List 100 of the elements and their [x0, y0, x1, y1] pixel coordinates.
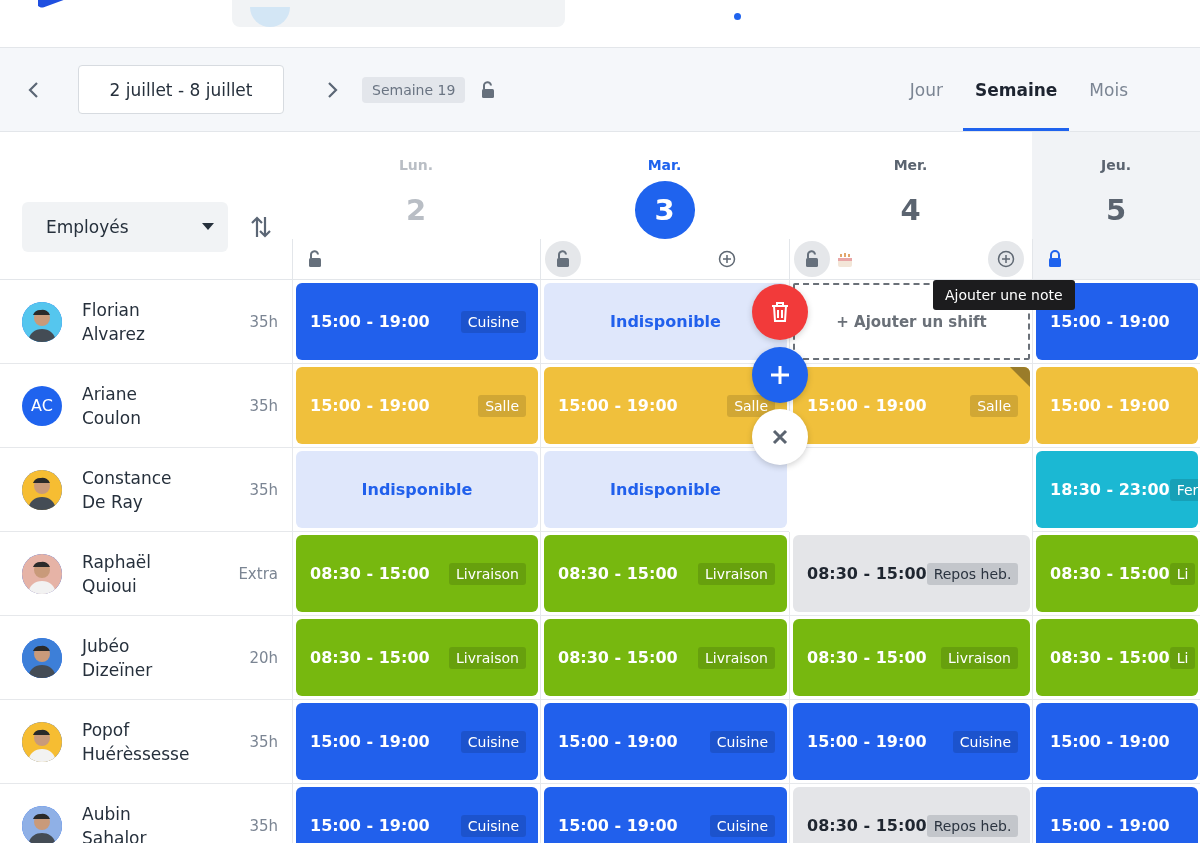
shift-time: 08:30 - 15:00	[807, 564, 927, 583]
shift-tag: Fer	[1169, 478, 1198, 501]
unlock-icon[interactable]	[481, 81, 496, 98]
unlock-icon[interactable]	[556, 250, 570, 268]
unavailable-label: Indisponible	[544, 451, 787, 528]
shift-time: 18:30 - 23:00	[1050, 480, 1170, 499]
shift-card[interactable]: 15:00 - 19:00 Cuisine	[544, 703, 787, 780]
employee-hours: 35h	[249, 312, 278, 331]
shift-card[interactable]: 08:30 - 15:00 Livraison	[296, 535, 538, 612]
shift-time: 15:00 - 19:00	[1050, 816, 1170, 835]
trash-icon	[770, 301, 790, 323]
shift-tag: Cuisine	[460, 310, 526, 333]
shift-card[interactable]: 08:30 - 15:00 Livraison	[544, 619, 787, 696]
lock-button[interactable]	[794, 240, 830, 277]
shift-card[interactable]: 15:00 - 19:00 Cuisine	[296, 703, 538, 780]
lock-button[interactable]	[545, 240, 581, 277]
shift-time: 15:00 - 19:00	[1050, 732, 1170, 751]
shift-card[interactable]: 08:30 - 15:00 Livraison	[296, 619, 538, 696]
shift-time: 15:00 - 19:00	[310, 816, 430, 835]
shift-tag: Repos heb.	[926, 814, 1019, 837]
employee-first-name: Popof	[82, 719, 131, 740]
shift-card[interactable]: 08:30 - 15:00 Livraison	[544, 535, 787, 612]
unlock-icon[interactable]	[805, 250, 819, 268]
shift-card[interactable]: 15:00 - 19:00 Cuisine	[793, 703, 1030, 780]
shift-time: 08:30 - 15:00	[558, 564, 678, 583]
shift-time: 08:30 - 15:00	[310, 648, 430, 667]
lock-icon[interactable]	[1048, 250, 1062, 268]
employee-hours: 35h	[249, 480, 278, 499]
close-icon	[772, 429, 788, 445]
employees-dropdown[interactable]: Employés	[22, 201, 228, 252]
add-note-button[interactable]	[988, 240, 1024, 277]
shift-card[interactable]: 18:30 - 23:00 Fer	[1036, 451, 1198, 528]
tooltip: Ajouter une note	[933, 280, 1075, 310]
shift-tag: Livraison	[449, 646, 526, 669]
shift-time: 08:30 - 15:00	[807, 816, 927, 835]
shift-time: 08:30 - 15:00	[1050, 564, 1170, 583]
shift-time: 08:30 - 15:00	[310, 564, 430, 583]
shift-tag: Li	[1169, 646, 1196, 669]
view-tab[interactable]: Jour	[897, 48, 955, 131]
shift-tag: Livraison	[698, 562, 775, 585]
weekday-label: Jeu.	[1101, 157, 1131, 173]
employee-first-name: Raphaël	[82, 551, 152, 572]
shift-card[interactable]: 08:30 - 15:00 Livraison	[793, 619, 1030, 696]
active-nav-dot	[734, 13, 741, 20]
shift-time: 08:30 - 15:00	[1050, 648, 1170, 667]
shift-tag: Livraison	[941, 646, 1018, 669]
day-number[interactable]: 3	[634, 181, 695, 239]
add-circle-icon[interactable]	[718, 249, 736, 268]
shift-card[interactable]: 15:00 - 19:00 Cuisine	[296, 283, 538, 360]
plus-icon	[769, 364, 791, 386]
employee-last-name: Coulon	[82, 407, 141, 428]
employee-hours: 35h	[249, 816, 278, 835]
date-range-field[interactable]: 2 juillet - 8 juillet	[78, 65, 284, 114]
employee-last-name: Sahalor	[82, 827, 147, 843]
employee-last-name: Alvarez	[82, 323, 145, 344]
shift-time: 15:00 - 19:00	[807, 396, 927, 415]
employee-last-name: Huérèssesse	[82, 743, 190, 764]
weekday-label: Lun.	[398, 157, 434, 173]
shift-card[interactable]: 15:00 - 19:00 Cuisine	[544, 787, 787, 843]
shift-time: 08:30 - 15:00	[807, 648, 927, 667]
employee-hours: 35h	[249, 732, 278, 751]
rest-shift-card[interactable]: 08:30 - 15:00 Repos heb.	[793, 535, 1030, 612]
shift-card[interactable]: 15:00 - 19:00 Cuisine	[296, 787, 538, 843]
unavailable-label: Indisponible	[296, 451, 538, 528]
shift-tag: Salle	[478, 394, 526, 417]
rest-shift-card[interactable]: 08:30 - 15:00 Repos heb.	[793, 787, 1030, 843]
shift-card[interactable]: 15:00 - 19:00	[1036, 787, 1198, 843]
employee-first-name: Constance	[82, 467, 172, 488]
caret-icon	[202, 223, 214, 230]
view-tab[interactable]: Mois	[1077, 48, 1140, 131]
sort-icon[interactable]	[250, 214, 272, 239]
employee-hours: 35h	[249, 396, 278, 415]
day-number[interactable]: 4	[880, 181, 941, 239]
employee-hours: Extra	[238, 564, 278, 583]
shift-card[interactable]: 15:00 - 19:00	[1036, 703, 1198, 780]
search-avatar-icon	[250, 7, 290, 27]
shift-time: 15:00 - 19:00	[558, 732, 678, 751]
shift-card[interactable]: 08:30 - 15:00 Li	[1036, 619, 1198, 696]
employee-last-name: Quioui	[82, 575, 138, 596]
shift-time: 15:00 - 19:00	[558, 396, 678, 415]
weekday-label: Mar.	[647, 157, 682, 173]
shift-time: 15:00 - 19:00	[310, 312, 430, 331]
employee-first-name: Ariane	[82, 383, 138, 404]
shift-card[interactable]: 08:30 - 15:00 Li	[1036, 535, 1198, 612]
shift-tag: Salle	[970, 394, 1018, 417]
shift-time: 15:00 - 19:00	[807, 732, 927, 751]
search-field[interactable]	[232, 0, 565, 27]
shift-tag: Cuisine	[460, 730, 526, 753]
shift-tag: Cuisine	[460, 814, 526, 837]
week-badge: Semaine 19	[362, 76, 466, 103]
shift-tag: Cuisine	[952, 730, 1018, 753]
day-number[interactable]: 5	[1086, 181, 1146, 239]
unlock-icon[interactable]	[308, 250, 322, 268]
employee-last-name: Dizeïner	[82, 659, 153, 680]
add-circle-icon[interactable]	[997, 249, 1015, 268]
employee-first-name: Aubin	[82, 803, 132, 824]
shift-tag: Livraison	[449, 562, 526, 585]
shift-time: 15:00 - 19:00	[1050, 312, 1170, 331]
shift-tag: Repos heb.	[926, 562, 1019, 585]
employee-last-name: De Ray	[82, 491, 144, 512]
